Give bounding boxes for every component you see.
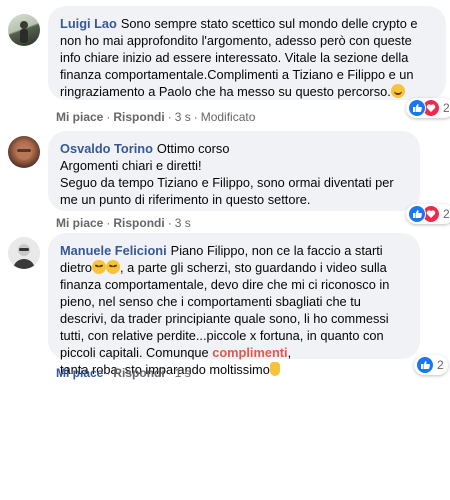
reaction-count: 2 xyxy=(443,207,450,221)
reply-link[interactable]: Rispondi xyxy=(113,110,164,124)
comment-actions: Mi piace · Rispondi · 1 s xyxy=(56,366,191,380)
reply-link[interactable]: Rispondi xyxy=(113,366,164,380)
reactions-summary[interactable]: 2 xyxy=(414,355,448,375)
reply-link[interactable]: Rispondi xyxy=(113,216,164,230)
comment-bubble: Manuele Felicioni Piano Filippo, non ce l… xyxy=(48,233,420,377)
ok-hand-emoji-icon xyxy=(269,362,280,376)
like-link[interactable]: Mi piace xyxy=(56,366,103,380)
reaction-count: 2 xyxy=(443,101,450,115)
avatar[interactable] xyxy=(8,14,40,46)
comment-author[interactable]: Manuele Felicioni xyxy=(60,243,167,258)
comment-bubble: Luigi Lao Sono sempre stato scettico sul … xyxy=(48,6,446,100)
highlighted-word: complimenti xyxy=(212,345,288,360)
comment-actions: Mi piace · Rispondi · 3 s xyxy=(56,216,191,230)
thumbs-up-icon xyxy=(408,99,426,117)
avatar[interactable] xyxy=(8,237,40,269)
like-link[interactable]: Mi piace xyxy=(56,216,103,230)
timestamp[interactable]: 1 s xyxy=(175,366,191,380)
reaction-count: 2 xyxy=(437,358,444,372)
reactions-summary[interactable]: 2 xyxy=(406,204,450,224)
comment-actions: Mi piace · Rispondi · 3 s · Modificato xyxy=(56,110,256,124)
edited-label: Modificato xyxy=(200,110,256,124)
reactions-summary[interactable]: 2 xyxy=(406,98,450,118)
rofl-emoji-icon xyxy=(106,260,121,274)
comment-author[interactable]: Osvaldo Torino xyxy=(60,141,153,156)
thumbs-up-icon xyxy=(416,356,434,374)
comment-bubble: Osvaldo Torino Ottimo corso Argomenti chi… xyxy=(48,131,420,211)
timestamp[interactable]: 3 s xyxy=(175,216,191,230)
smile-emoji-icon xyxy=(390,84,405,98)
like-link[interactable]: Mi piace xyxy=(56,110,103,124)
comment-author[interactable]: Luigi Lao xyxy=(60,16,117,31)
timestamp[interactable]: 3 s xyxy=(175,110,191,124)
rofl-emoji-icon xyxy=(92,260,107,274)
avatar[interactable] xyxy=(8,136,40,168)
thumbs-up-icon xyxy=(408,205,426,223)
